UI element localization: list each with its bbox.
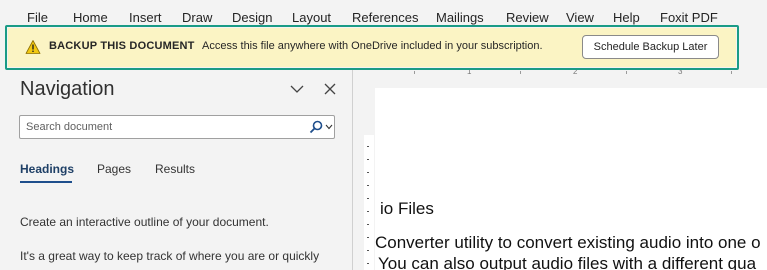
tab-draw[interactable]: Draw	[182, 10, 212, 25]
message-text: Access this file anywhere with OneDrive …	[202, 40, 543, 52]
tab-headings[interactable]: Headings	[20, 162, 74, 176]
close-icon[interactable]	[323, 82, 337, 96]
backup-message-bar: BACKUP THIS DOCUMENT Access this file an…	[8, 28, 736, 67]
navigation-description: Create an interactive outline of your do…	[20, 215, 269, 229]
navigation-title: Navigation	[20, 78, 115, 100]
chevron-down-icon[interactable]	[325, 124, 333, 130]
ruler-tick	[520, 71, 521, 74]
search-placeholder: Search document	[26, 121, 113, 133]
tab-insert[interactable]: Insert	[129, 10, 162, 25]
message-title: BACKUP THIS DOCUMENT	[49, 40, 195, 52]
document-paragraph-line: Converter utility to convert existing au…	[375, 233, 761, 252]
tab-layout[interactable]: Layout	[292, 10, 331, 25]
ruler-tick	[367, 224, 369, 225]
tab-help[interactable]: Help	[613, 10, 640, 25]
ruler-tick	[626, 71, 627, 74]
tab-pages[interactable]: Pages	[97, 162, 131, 176]
document-page[interactable]: io Files Converter utility to convert ex…	[375, 82, 767, 270]
tab-review[interactable]: Review	[506, 10, 549, 25]
word-window: File Home Insert Draw Design Layout Refe…	[0, 0, 767, 270]
ruler-tick	[367, 250, 369, 251]
tab-results[interactable]: Results	[155, 162, 195, 176]
tab-references[interactable]: References	[352, 10, 418, 25]
document-paragraph-line: You can also output audio files with a d…	[378, 254, 757, 270]
schedule-backup-later-button[interactable]: Schedule Backup Later	[582, 35, 719, 59]
ruler-tick	[367, 172, 369, 173]
active-tab-indicator	[20, 181, 72, 183]
ruler-tick	[367, 263, 369, 264]
chevron-down-icon[interactable]	[289, 83, 305, 95]
tab-view[interactable]: View	[566, 10, 594, 25]
warning-icon	[25, 40, 41, 54]
ruler-label: 4	[360, 67, 365, 76]
ruler-tick	[367, 198, 369, 199]
ruler-label: 1	[467, 67, 472, 76]
vertical-ruler[interactable]	[357, 80, 374, 270]
page-gap	[375, 82, 767, 88]
ruler-label: 3	[678, 67, 683, 76]
document-heading: io Files	[380, 199, 434, 218]
navigation-description: It's a great way to keep track of where …	[20, 249, 320, 263]
ruler-tick	[414, 71, 415, 74]
horizontal-ruler[interactable]: 1 2 3 4	[360, 67, 767, 79]
ruler-tick	[367, 159, 369, 160]
tab-design[interactable]: Design	[232, 10, 272, 25]
ruler-tick	[367, 185, 369, 186]
pane-splitter[interactable]	[352, 70, 353, 270]
tab-home[interactable]: Home	[73, 10, 108, 25]
tab-foxit-pdf[interactable]: Foxit PDF	[660, 10, 718, 25]
search-input[interactable]: Search document	[19, 115, 335, 139]
tab-file[interactable]: File	[27, 10, 48, 25]
ruler-tick	[367, 237, 369, 238]
ruler-tick	[367, 211, 369, 212]
ruler-label: 2	[573, 67, 578, 76]
ruler-tick	[731, 71, 732, 74]
ruler-tick	[367, 146, 369, 147]
vertical-ruler-track	[364, 135, 374, 270]
tab-mailings[interactable]: Mailings	[436, 10, 484, 25]
search-icon[interactable]	[309, 120, 323, 134]
ribbon-tabs: File Home Insert Draw Design Layout Refe…	[0, 0, 767, 30]
navigation-pane: Navigation Search document Headings Page…	[0, 70, 352, 270]
